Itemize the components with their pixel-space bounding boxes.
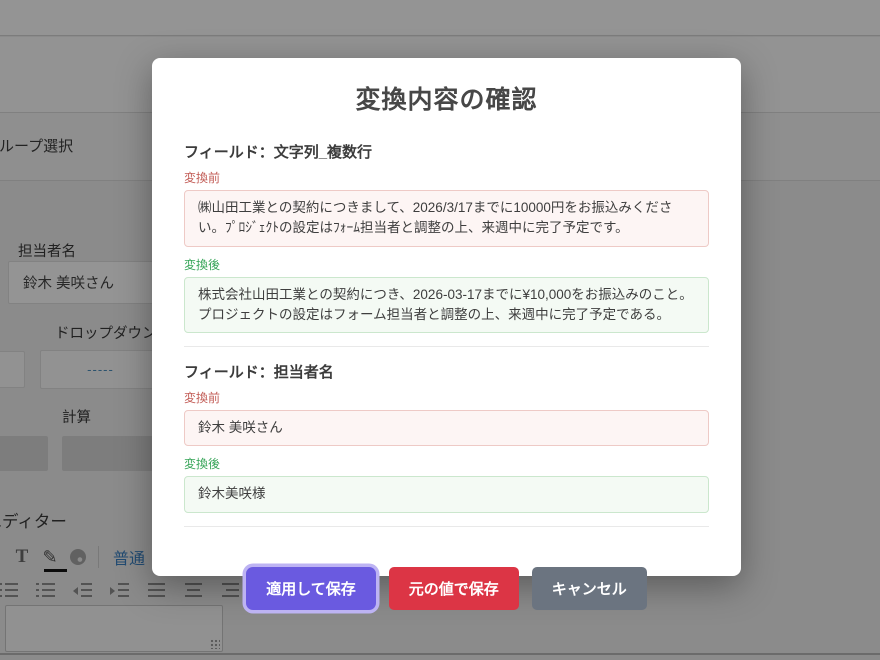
after-value-box: 株式会社山田工業との契約につき、2026-03-17までに¥10,000をお振込… <box>184 277 709 334</box>
field-divider <box>184 346 709 347</box>
after-label: 変換後 <box>184 256 709 273</box>
before-value-box: 鈴木 美咲さん <box>184 410 709 446</box>
field-name-label: フィールド：担当者名 <box>184 361 709 382</box>
save-original-button[interactable]: 元の値で保存 <box>389 567 519 610</box>
before-value-box: ㈱山田工業との契約につきまして、2026/3/17までに10000円をお振込みく… <box>184 190 709 247</box>
before-label: 変換前 <box>184 389 709 406</box>
app-screen: グループ選択 担当者名 鈴木 美咲さん ドロップダウン ----- 計算 リッチ… <box>0 0 880 660</box>
before-label: 変換前 <box>184 169 709 186</box>
after-label: 変換後 <box>184 455 709 472</box>
buttons-divider <box>184 526 709 527</box>
apply-and-save-button[interactable]: 適用して保存 <box>246 567 376 610</box>
cancel-button[interactable]: キャンセル <box>532 567 647 610</box>
field-section-tantosha: フィールド：担当者名 変換前 鈴木 美咲さん 変換後 鈴木美咲様 <box>184 361 709 513</box>
field-name-label: フィールド：文字列_複数行 <box>184 141 709 162</box>
field-section-multiline: フィールド：文字列_複数行 変換前 ㈱山田工業との契約につきまして、2026/3… <box>184 141 709 333</box>
after-value-box: 鈴木美咲様 <box>184 476 709 512</box>
dialog-title: 変換内容の確認 <box>184 80 709 116</box>
conversion-confirm-dialog: 変換内容の確認 フィールド：文字列_複数行 変換前 ㈱山田工業との契約につきまし… <box>152 58 741 576</box>
dialog-actions: 適用して保存 元の値で保存 キャンセル <box>184 567 709 610</box>
